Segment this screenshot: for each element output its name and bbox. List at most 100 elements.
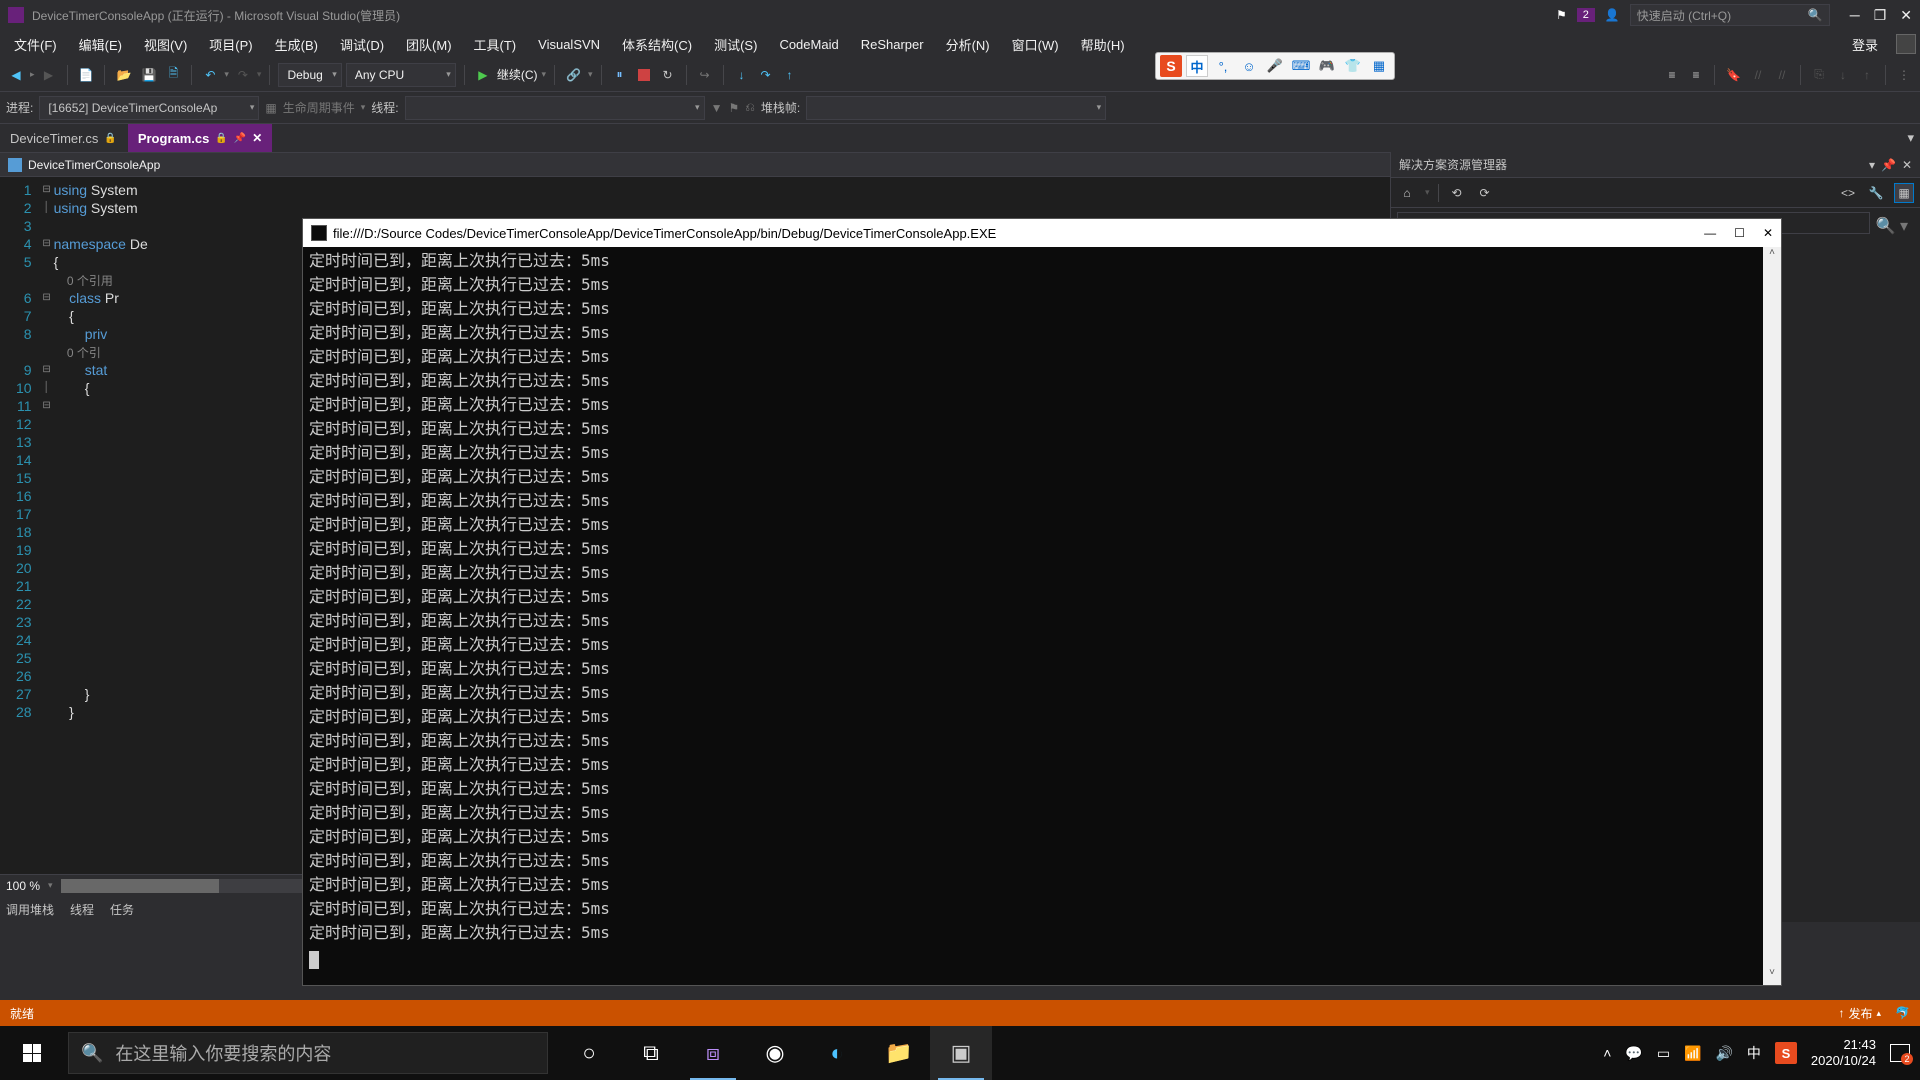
feedback-icon[interactable]: 👤 (1605, 8, 1620, 22)
ime-tool-icon[interactable]: 🎮 (1316, 55, 1338, 77)
menu-team[interactable]: 团队(M) (396, 31, 462, 58)
save-button[interactable]: 💾 (138, 64, 159, 86)
menu-visualsvn[interactable]: VisualSVN (528, 33, 610, 56)
restart-button[interactable]: ↻ (658, 64, 678, 86)
fold-gutter[interactable]: ⊟│⊟⊟⊟│⊟ (40, 177, 54, 874)
menu-window[interactable]: 窗口(W) (1002, 31, 1069, 58)
step-into-button[interactable]: ↓ (732, 64, 752, 86)
panel-pin-icon[interactable]: 📌 (1881, 158, 1896, 172)
step-over-button[interactable]: ↷ (756, 64, 776, 86)
thread-filter-icon[interactable]: ⎌ (745, 100, 755, 115)
properties-icon[interactable]: 🔧 (1866, 183, 1886, 203)
task-view-icon[interactable]: ⧉ (620, 1026, 682, 1080)
menu-project[interactable]: 项目(P) (199, 31, 262, 58)
ime-skin-icon[interactable]: 👕 (1342, 55, 1364, 77)
new-button[interactable]: 📄 (76, 64, 97, 86)
step-out-button[interactable]: ↑ (780, 64, 800, 86)
nav-bar[interactable]: DeviceTimerConsoleApp (0, 153, 1390, 177)
menu-analyze[interactable]: 分析(N) (936, 31, 1000, 58)
nav-back-button[interactable]: ◀ (6, 64, 26, 86)
menu-view[interactable]: 视图(V) (134, 31, 197, 58)
redo-button[interactable]: ↷ (233, 64, 253, 86)
taskbar-chrome-icon[interactable]: ◉ (744, 1026, 806, 1080)
taskbar-edge-icon[interactable]: ◐ (806, 1026, 868, 1080)
tab-tasks[interactable]: 任务 (110, 901, 134, 918)
tray-chat-icon[interactable]: 💬 (1625, 1045, 1642, 1062)
ime-lang-button[interactable]: 中 (1186, 55, 1208, 77)
menu-debug[interactable]: 调试(D) (330, 31, 394, 58)
ime-keyboard-icon[interactable]: ⌨ (1290, 55, 1312, 77)
menu-edit[interactable]: 编辑(E) (69, 31, 132, 58)
tab-devicetimer[interactable]: DeviceTimer.cs 🔒 (0, 124, 128, 152)
start-button[interactable] (0, 1026, 64, 1080)
open-button[interactable]: 📂 (113, 64, 134, 86)
scroll-down-icon[interactable]: ˅ (1763, 967, 1781, 985)
publish-button[interactable]: ↑ 发布 ▴ (1839, 1005, 1882, 1022)
source-control-icon[interactable]: 🐬 (1895, 1006, 1910, 1020)
ime-voice-icon[interactable]: 🎤 (1264, 55, 1286, 77)
tray-clock[interactable]: 21:43 2020/10/24 (1811, 1037, 1876, 1069)
save-all-button[interactable]: 🗎 (163, 64, 183, 86)
tray-sogou-icon[interactable]: S (1775, 1042, 1797, 1064)
ime-menu-icon[interactable]: ▦ (1368, 55, 1390, 77)
comment-icon[interactable]: // (1748, 64, 1768, 86)
platform-combo[interactable]: Any CPU (346, 63, 456, 87)
cortana-icon[interactable]: ○ (558, 1026, 620, 1080)
ime-emoji-icon[interactable]: ☺ (1238, 55, 1260, 77)
menu-architecture[interactable]: 体系结构(C) (612, 31, 702, 58)
tab-threads[interactable]: 线程 (70, 901, 94, 918)
console-output[interactable]: 定时时间已到，距离上次执行已过去：5ms 定时时间已到，距离上次执行已过去：5m… (303, 247, 1763, 985)
continue-button[interactable]: ▶ (473, 64, 493, 86)
bookmark-icon[interactable]: 🔖 (1723, 64, 1744, 86)
ime-punct-icon[interactable]: °, (1212, 55, 1234, 77)
solution-explorer-header[interactable]: 解决方案资源管理器 ▾ 📌 ✕ (1391, 152, 1920, 178)
tab-close-icon[interactable]: ✕ (252, 131, 262, 145)
indent-less-icon[interactable]: ≡ (1662, 64, 1682, 86)
filter-icon[interactable]: ▼ (711, 101, 723, 115)
undo-button[interactable]: ↶ (200, 64, 220, 86)
pin-icon[interactable]: 📌 (234, 133, 246, 144)
avatar-icon[interactable] (1896, 34, 1916, 54)
zoom-level[interactable]: 100 % (6, 879, 40, 893)
sync-icon[interactable]: ⟲ (1447, 183, 1467, 203)
tray-chevron-icon[interactable]: ˄ (1603, 1045, 1611, 1061)
thread-combo[interactable] (405, 96, 705, 120)
panel-close-icon[interactable]: ✕ (1902, 158, 1912, 172)
tray-volume-icon[interactable]: 🔊 (1715, 1045, 1732, 1062)
ime-toolbar[interactable]: S 中 °, ☺ 🎤 ⌨ 🎮 👕 ▦ (1155, 52, 1395, 80)
tab-overflow-icon[interactable]: ▾ (1901, 124, 1920, 152)
menu-file[interactable]: 文件(F) (4, 31, 67, 58)
continue-label[interactable]: 继续(C) (497, 66, 538, 83)
console-minimize-button[interactable]: — (1704, 226, 1716, 240)
lifecycle-icon[interactable]: ▦ (265, 101, 276, 115)
nav-forward-button[interactable]: ▶ (39, 64, 59, 86)
sign-in-link[interactable]: 登录 (1842, 31, 1888, 58)
indent-more-icon[interactable]: ≡ (1686, 64, 1706, 86)
scroll-up-icon[interactable]: ˄ (1763, 247, 1781, 265)
tab-callstack[interactable]: 调用堆栈 (6, 901, 54, 918)
tray-wifi-icon[interactable]: 📶 (1684, 1045, 1701, 1062)
console-window[interactable]: file:///D:/Source Codes/DeviceTimerConso… (302, 218, 1782, 986)
console-maximize-button[interactable]: ☐ (1734, 226, 1745, 240)
code-text[interactable]: using Systemusing Systemnamespace De{ 0 … (54, 177, 148, 874)
quick-launch-input[interactable]: 快速启动 (Ctrl+Q) 🔍 (1630, 4, 1830, 26)
tab-program[interactable]: Program.cs 🔒 📌 ✕ (128, 124, 274, 152)
tray-battery-icon[interactable]: ▭ (1657, 1045, 1670, 1062)
tb-extra3-icon[interactable]: ↑ (1857, 64, 1877, 86)
console-scrollbar[interactable]: ˄ ˅ (1763, 247, 1781, 985)
config-combo[interactable]: Debug (278, 63, 341, 87)
windows-search-input[interactable]: 🔍 在这里输入你要搜索的内容 (68, 1032, 548, 1074)
tb-extra2-icon[interactable]: ↓ (1833, 64, 1853, 86)
console-close-button[interactable]: ✕ (1763, 226, 1773, 240)
show-next-icon[interactable]: ↪ (695, 64, 715, 86)
menu-tools[interactable]: 工具(T) (464, 31, 527, 58)
menu-codemaid[interactable]: CodeMaid (769, 33, 848, 56)
tray-notification-icon[interactable]: 2 (1890, 1044, 1910, 1062)
taskbar-explorer-icon[interactable]: 📁 (868, 1026, 930, 1080)
home-icon[interactable]: ⌂ (1397, 183, 1417, 203)
refresh-icon[interactable]: ⟳ (1475, 183, 1495, 203)
flag-icon[interactable]: ⚑ (1556, 8, 1567, 22)
close-button[interactable]: ✕ (1900, 7, 1912, 24)
menu-help[interactable]: 帮助(H) (1071, 31, 1135, 58)
maximize-button[interactable]: ❐ (1874, 7, 1887, 24)
